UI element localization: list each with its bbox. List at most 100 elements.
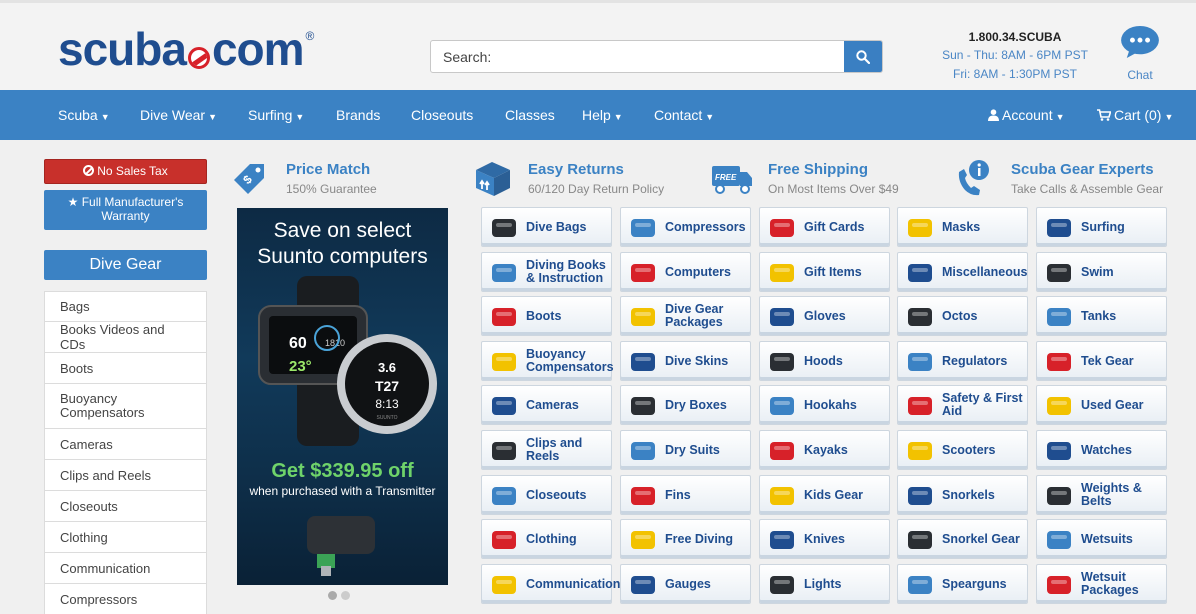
category-tile-snorkels[interactable]: Snorkels	[897, 475, 1028, 515]
category-tile-swim[interactable]: Swim	[1036, 252, 1167, 292]
watch-temp-text: 23°	[289, 358, 312, 375]
category-tile-snorkel-gear[interactable]: Snorkel Gear	[897, 519, 1028, 559]
category-tile-compressors[interactable]: Compressors	[620, 207, 751, 247]
category-label: Tanks	[1081, 308, 1117, 323]
category-tile-boots[interactable]: Boots	[481, 296, 612, 336]
category-tile-communication[interactable]: Communication	[481, 564, 620, 604]
category-tile-dry-boxes[interactable]: Dry Boxes	[620, 385, 751, 425]
category-label: Dive Skins	[665, 353, 729, 368]
category-tile-octos[interactable]: Octos	[897, 296, 1028, 336]
feature-easy-returns[interactable]: Easy Returns 60/120 Day Return Policy	[472, 158, 682, 202]
watch-round-brand: SUUNTO	[376, 415, 397, 421]
dive-gear-heading[interactable]: Dive Gear	[44, 250, 207, 280]
category-tile-hoods[interactable]: Hoods	[759, 341, 890, 381]
category-tile-gauges[interactable]: Gauges	[620, 564, 751, 604]
category-tile-hookahs[interactable]: Hookahs	[759, 385, 890, 425]
sidebar-item-bags[interactable]: Bags	[44, 291, 207, 322]
nav-label: Closeouts	[411, 107, 474, 123]
category-tile-used-gear[interactable]: Used Gear	[1036, 385, 1167, 425]
nav-scuba[interactable]: Scuba ▼	[58, 90, 110, 140]
star-icon: ★	[67, 195, 79, 209]
category-tile-gift-cards[interactable]: Gift Cards	[759, 207, 890, 247]
category-tile-knives[interactable]: Knives	[759, 519, 890, 559]
sidebar-item-books[interactable]: Books Videos and CDs	[44, 322, 207, 353]
registered-mark: ®	[305, 29, 315, 43]
category-tile-watches[interactable]: Watches	[1036, 430, 1167, 470]
category-tile-buoyancy-compensators[interactable]: Buoyancy Compensators	[481, 341, 614, 381]
category-tile-clips-and-reels[interactable]: Clips and Reels	[481, 430, 612, 470]
compressors-icon	[631, 219, 655, 237]
category-tile-weights-and-belts[interactable]: Weights & Belts	[1036, 475, 1167, 515]
nav-classes[interactable]: Classes	[505, 90, 555, 140]
category-label: Masks	[942, 219, 981, 234]
category-tile-spearguns[interactable]: Spearguns	[897, 564, 1028, 604]
feature-experts[interactable]: Scuba Gear Experts Take Calls & Assemble…	[955, 158, 1180, 202]
category-tile-tek-gear[interactable]: Tek Gear	[1036, 341, 1167, 381]
warranty-badge[interactable]: ★ Full Manufacturer's Warranty	[44, 190, 207, 230]
category-label: Dive Bags	[526, 219, 587, 234]
category-tile-scooters[interactable]: Scooters	[897, 430, 1028, 470]
chevron-down-icon: ▼	[295, 112, 305, 122]
carousel-dot[interactable]	[328, 591, 337, 600]
nav-help[interactable]: Help ▼	[582, 90, 623, 140]
sidebar-item-closeouts[interactable]: Closeouts	[44, 491, 207, 522]
category-tile-dive-skins[interactable]: Dive Skins	[620, 341, 751, 381]
category-tile-miscellaneous[interactable]: Miscellaneous	[897, 252, 1028, 292]
search-button[interactable]	[844, 41, 882, 72]
category-tile-regulators[interactable]: Regulators	[897, 341, 1028, 381]
sidebar-item-communication[interactable]: Communication	[44, 553, 207, 584]
sidebar-item-compressors[interactable]: Compressors	[44, 584, 207, 614]
feature-free-shipping[interactable]: FREE Free Shipping On Most Items Over $4…	[710, 158, 920, 202]
category-tile-fins[interactable]: Fins	[620, 475, 751, 515]
category-tile-free-diving[interactable]: Free Diving	[620, 519, 751, 559]
nav-closeouts[interactable]: Closeouts	[411, 90, 473, 140]
promo-banner[interactable]: Save on select Suunto computers 60 23° 1…	[237, 208, 448, 585]
category-tile-wetsuit-packages[interactable]: Wetsuit Packages	[1036, 564, 1167, 604]
feature-price-match[interactable]: $ Price Match 150% Guarantee	[230, 158, 430, 202]
search-input[interactable]	[431, 41, 844, 72]
nav-account[interactable]: Account ▼	[988, 90, 1065, 140]
dive-bags-icon	[492, 219, 516, 237]
sidebar-item-clothing[interactable]: Clothing	[44, 522, 207, 553]
category-tile-clothing[interactable]: Clothing	[481, 519, 612, 559]
nav-dive-wear[interactable]: Dive Wear ▼	[140, 90, 217, 140]
category-tile-dive-bags[interactable]: Dive Bags	[481, 207, 612, 247]
sidebar-item-boots[interactable]: Boots	[44, 353, 207, 384]
nav-surfing[interactable]: Surfing ▼	[248, 90, 304, 140]
category-tile-closeouts[interactable]: Closeouts	[481, 475, 612, 515]
category-tile-kayaks[interactable]: Kayaks	[759, 430, 890, 470]
search-bar	[430, 40, 883, 73]
category-tile-lights[interactable]: Lights	[759, 564, 890, 604]
category-label: Closeouts	[526, 487, 587, 502]
category-tile-gift-items[interactable]: Gift Items	[759, 252, 890, 292]
category-label: Watches	[1081, 442, 1132, 457]
sidebar-item-clips[interactable]: Clips and Reels	[44, 460, 207, 491]
category-tile-dry-suits[interactable]: Dry Suits	[620, 430, 751, 470]
site-logo[interactable]: scuba com ®	[58, 26, 315, 77]
category-tile-diving-books-and-instruction[interactable]: Diving Books & Instruction	[481, 252, 612, 292]
no-sales-tax-badge[interactable]: No Sales Tax	[44, 159, 207, 184]
dive-skins-icon	[631, 353, 655, 371]
category-tile-computers[interactable]: Computers	[620, 252, 751, 292]
category-tile-kids-gear[interactable]: Kids Gear	[759, 475, 890, 515]
category-tile-surfing[interactable]: Surfing	[1036, 207, 1167, 247]
category-tile-wetsuits[interactable]: Wetsuits	[1036, 519, 1167, 559]
category-tile-dive-gear-packages[interactable]: Dive Gear Packages	[620, 296, 751, 336]
category-tile-gloves[interactable]: Gloves	[759, 296, 890, 336]
category-tile-masks[interactable]: Masks	[897, 207, 1028, 247]
category-tile-cameras[interactable]: Cameras	[481, 385, 612, 425]
carousel-dot[interactable]	[341, 591, 350, 600]
kayaks-icon	[770, 442, 794, 460]
nav-cart[interactable]: Cart (0) ▼	[1097, 90, 1173, 140]
sidebar-item-cameras[interactable]: Cameras	[44, 429, 207, 460]
chat-button[interactable]: Chat	[1115, 25, 1165, 82]
chevron-down-icon: ▼	[208, 112, 218, 122]
nav-brands[interactable]: Brands	[336, 90, 380, 140]
kids-gear-icon	[770, 487, 794, 505]
truck-free-text: FREE	[715, 173, 737, 182]
category-tile-tanks[interactable]: Tanks	[1036, 296, 1167, 336]
sidebar-item-buoyancy[interactable]: Buoyancy Compensators	[44, 384, 207, 429]
nav-contact[interactable]: Contact ▼	[654, 90, 714, 140]
phone-number[interactable]: 1.800.34.SCUBA	[920, 30, 1110, 44]
category-tile-safety-and-first-aid[interactable]: Safety & First Aid	[897, 385, 1028, 425]
